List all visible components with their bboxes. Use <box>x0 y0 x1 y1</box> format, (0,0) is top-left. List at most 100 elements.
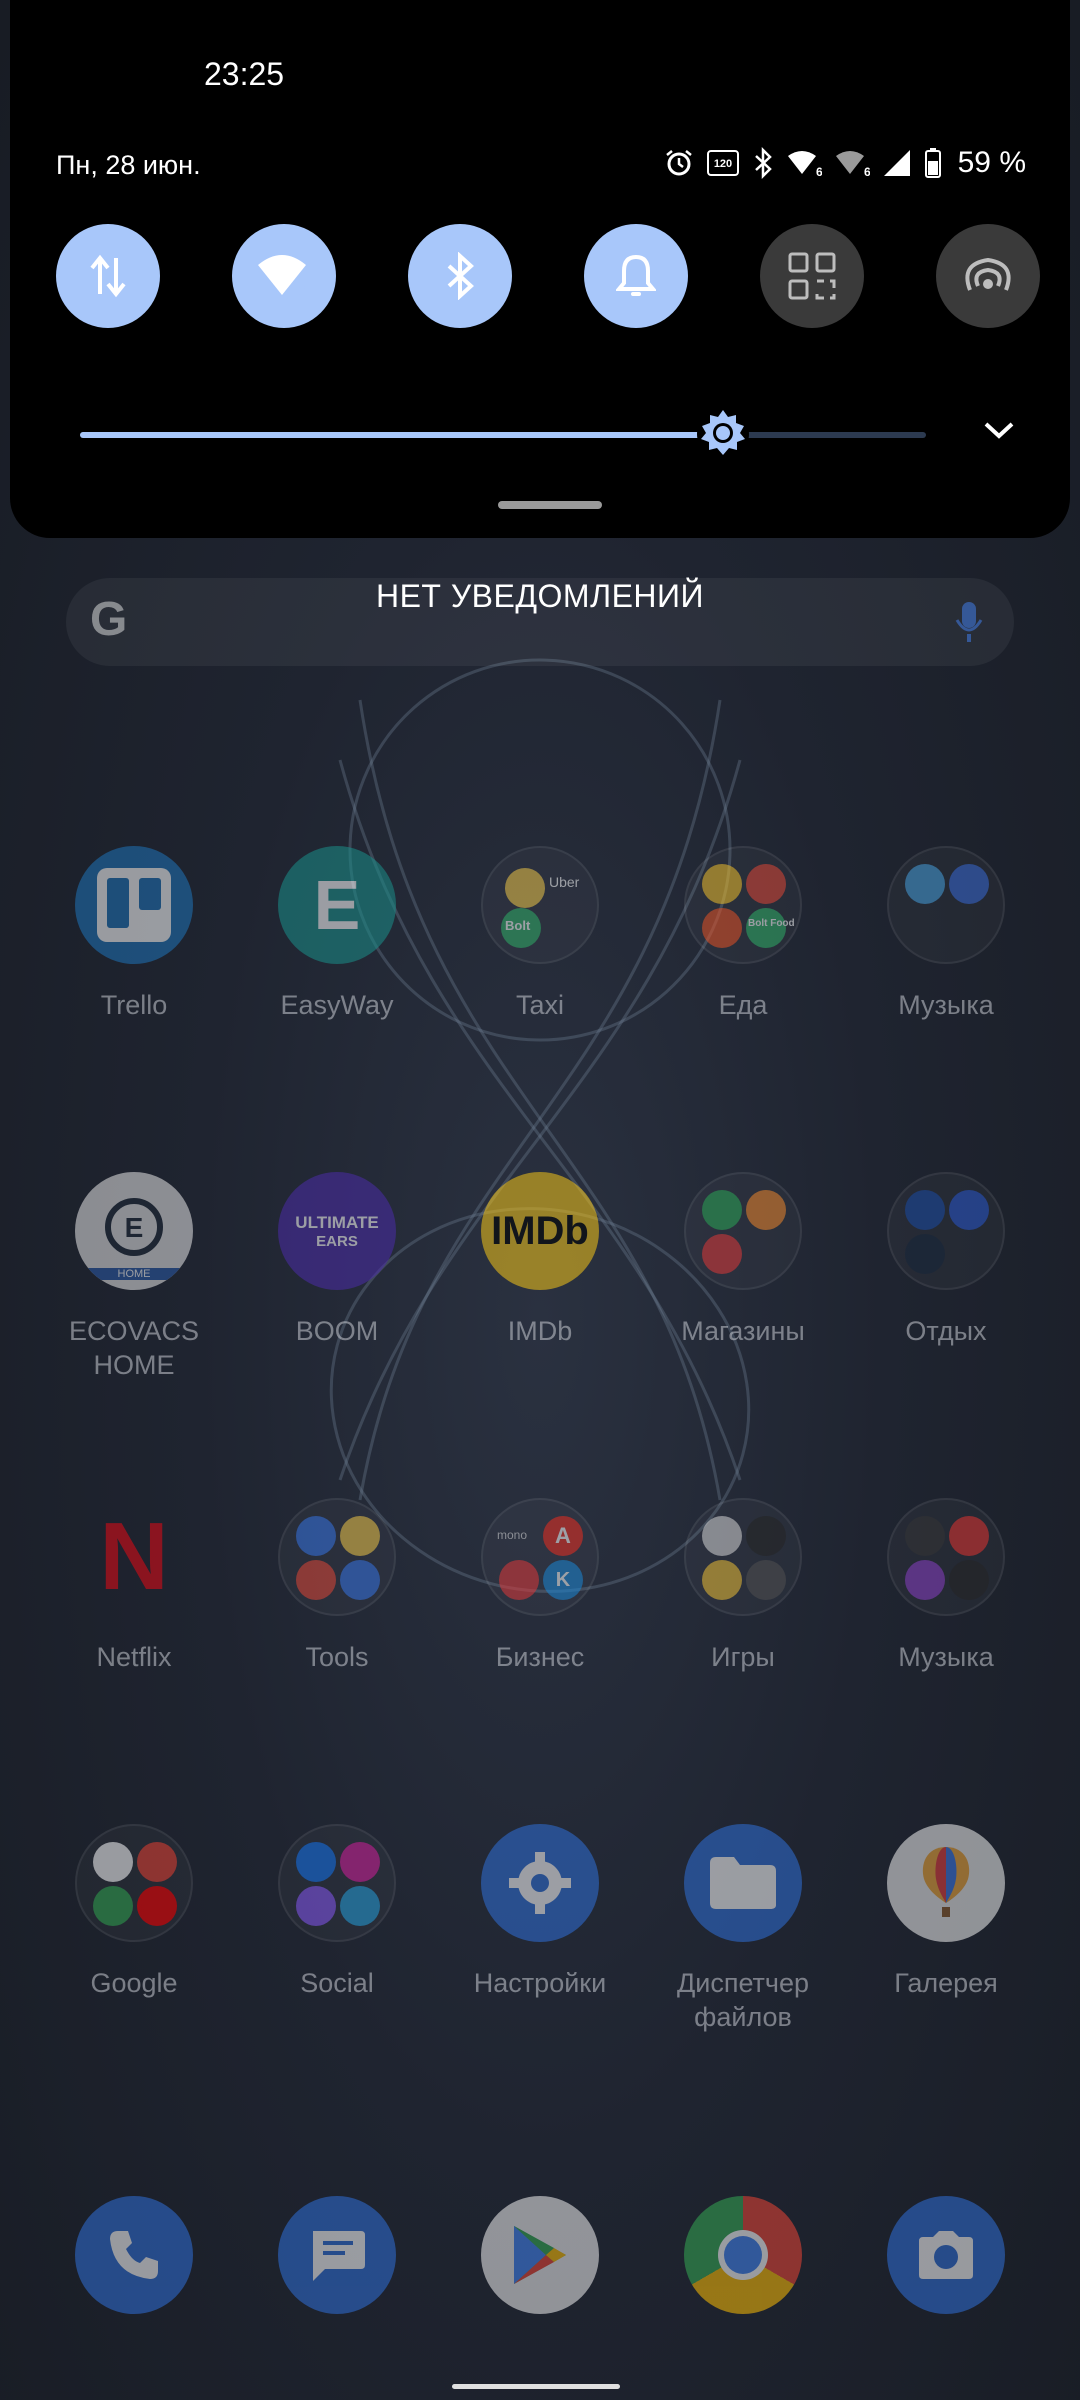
alarm-icon <box>665 150 692 176</box>
quick-settings-panel: Пн, 28 июн. 120 6 6 59 % 6 <box>10 0 1070 538</box>
folder-leisure[interactable]: Отдых <box>846 1172 1046 1348</box>
app-netflix[interactable]: N Netflix <box>34 1498 234 1674</box>
dock-chrome[interactable] <box>643 2196 843 2314</box>
app-label: Настройки <box>473 1968 607 1998</box>
folder-taxi[interactable]: Uber Bolt Taxi <box>440 846 640 1022</box>
dock-messages[interactable] <box>237 2196 437 2314</box>
ecovacs-icon: E HOME <box>75 1172 193 1290</box>
imdb-icon: IMDb <box>481 1172 599 1290</box>
brightness-thumb-icon[interactable] <box>695 406 751 462</box>
easyway-icon: E <box>278 846 396 964</box>
tile-qr-scanner[interactable] <box>760 224 864 328</box>
dock-play-store[interactable] <box>440 2196 640 2314</box>
shade-drag-handle[interactable] <box>498 501 602 509</box>
trello-icon <box>75 846 193 964</box>
app-file-manager[interactable]: Диспетчер файлов <box>643 1824 843 2034</box>
app-label: Trello <box>100 990 168 1020</box>
app-label: Бизнес <box>495 1642 585 1672</box>
app-label: IMDb <box>507 1316 573 1346</box>
app-gallery[interactable]: Галерея <box>846 1824 1046 2000</box>
app-label: Social <box>300 1968 374 1998</box>
tile-sound[interactable] <box>584 224 688 328</box>
tile-bluetooth[interactable] <box>408 224 512 328</box>
brightness-slider[interactable] <box>80 408 926 460</box>
dock-camera[interactable] <box>846 2196 1046 2314</box>
mono-mini: mono <box>497 1528 528 1542</box>
boom-icon: ULTIMATE EARS <box>278 1172 396 1290</box>
taxi-folder-icon: Uber Bolt <box>481 846 599 964</box>
play-store-icon <box>481 2196 599 2314</box>
app-label: EasyWay <box>280 990 394 1020</box>
leisure-folder-icon <box>887 1172 1005 1290</box>
app-label: Музыка <box>898 990 994 1020</box>
app-label: Магазины <box>681 1316 805 1346</box>
k-mini: K <box>543 1560 583 1600</box>
folder-games[interactable]: Игры <box>643 1498 843 1674</box>
tile-mobile-data[interactable] <box>56 224 160 328</box>
status-time: 23:25 <box>204 56 285 92</box>
folder-music-1[interactable]: Музыка <box>846 846 1046 1022</box>
folder-tools[interactable]: Tools <box>237 1498 437 1674</box>
phone-icon <box>75 2196 193 2314</box>
settings-gear-icon <box>481 1824 599 1942</box>
alfa-mini: А <box>543 1516 583 1556</box>
folder-music-2[interactable]: Музыка <box>846 1498 1046 1674</box>
tile-wifi[interactable]: 6 <box>232 224 336 328</box>
app-label: Netflix <box>96 1642 172 1672</box>
netflix-icon: N <box>75 1498 193 1616</box>
app-imdb[interactable]: IMDb IMDb <box>440 1172 640 1348</box>
gesture-nav-handle[interactable] <box>452 2384 620 2389</box>
hotspot-icon <box>965 257 1011 291</box>
tools-folder-icon <box>278 1498 396 1616</box>
bluetooth-icon <box>447 252 474 300</box>
food-folder-icon: Bolt Food <box>684 846 802 964</box>
wifi-badge: 6 <box>298 284 307 299</box>
folder-social[interactable]: Social <box>237 1824 437 2000</box>
games-folder-icon <box>684 1498 802 1616</box>
app-trello[interactable]: Trello <box>34 846 234 1022</box>
qr-icon <box>788 252 836 300</box>
status-icons: 120 6 6 59 % <box>664 146 1026 180</box>
quick-settings-tiles: 6 <box>56 224 1040 328</box>
folder-shops[interactable]: Магазины <box>643 1172 843 1348</box>
boom-line2: EARS <box>316 1232 358 1250</box>
data-arrows-icon <box>90 254 126 298</box>
boom-line1: ULTIMATE <box>295 1212 379 1232</box>
wifi6-icon: 6 <box>787 151 822 178</box>
svg-text:6: 6 <box>864 165 870 178</box>
app-label: Отдых <box>905 1316 987 1346</box>
bolt-mini: Bolt <box>505 918 531 933</box>
app-settings[interactable]: Настройки <box>440 1824 640 2000</box>
bell-icon <box>616 254 656 296</box>
folder-google[interactable]: Google <box>34 1824 234 2000</box>
app-label: Музыка <box>898 1642 994 1672</box>
music-folder-icon <box>887 846 1005 964</box>
folder-business[interactable]: mono А K Бизнес <box>440 1498 640 1674</box>
tile-hotspot[interactable] <box>936 224 1040 328</box>
folder-food[interactable]: Bolt Food Еда <box>643 846 843 1022</box>
social-folder-icon <box>278 1824 396 1942</box>
svg-text:6: 6 <box>816 165 822 178</box>
balloon-icon <box>887 1824 1005 1942</box>
ecovacs-sub: HOME <box>75 1268 193 1280</box>
app-ecovacs[interactable]: E HOME ECOVACS HOME <box>34 1172 234 1382</box>
message-icon <box>278 2196 396 2314</box>
app-label: Игры <box>711 1642 775 1672</box>
chrome-icon <box>684 2196 802 2314</box>
app-label: BOOM <box>295 1316 379 1346</box>
uber-mini: Uber <box>549 874 580 890</box>
date-label: Пн, 28 июн. <box>56 150 201 180</box>
app-easyway[interactable]: E EasyWay <box>237 846 437 1022</box>
app-label: Taxi <box>515 990 564 1020</box>
battery-percent: 59 % <box>957 146 1026 179</box>
brightness-fill <box>80 432 723 438</box>
wifi6-icon: 6 <box>258 255 307 299</box>
camera-icon <box>887 2196 1005 2314</box>
dock-phone[interactable] <box>34 2196 234 2314</box>
app-label: Галерея <box>894 1968 998 1998</box>
expand-chevron-icon[interactable] <box>982 418 1016 442</box>
wifi6-icon: 6 <box>835 151 870 178</box>
app-boom[interactable]: ULTIMATE EARS BOOM <box>237 1172 437 1348</box>
netflix-glyph: N <box>99 1503 169 1610</box>
shops-folder-icon <box>684 1172 802 1290</box>
